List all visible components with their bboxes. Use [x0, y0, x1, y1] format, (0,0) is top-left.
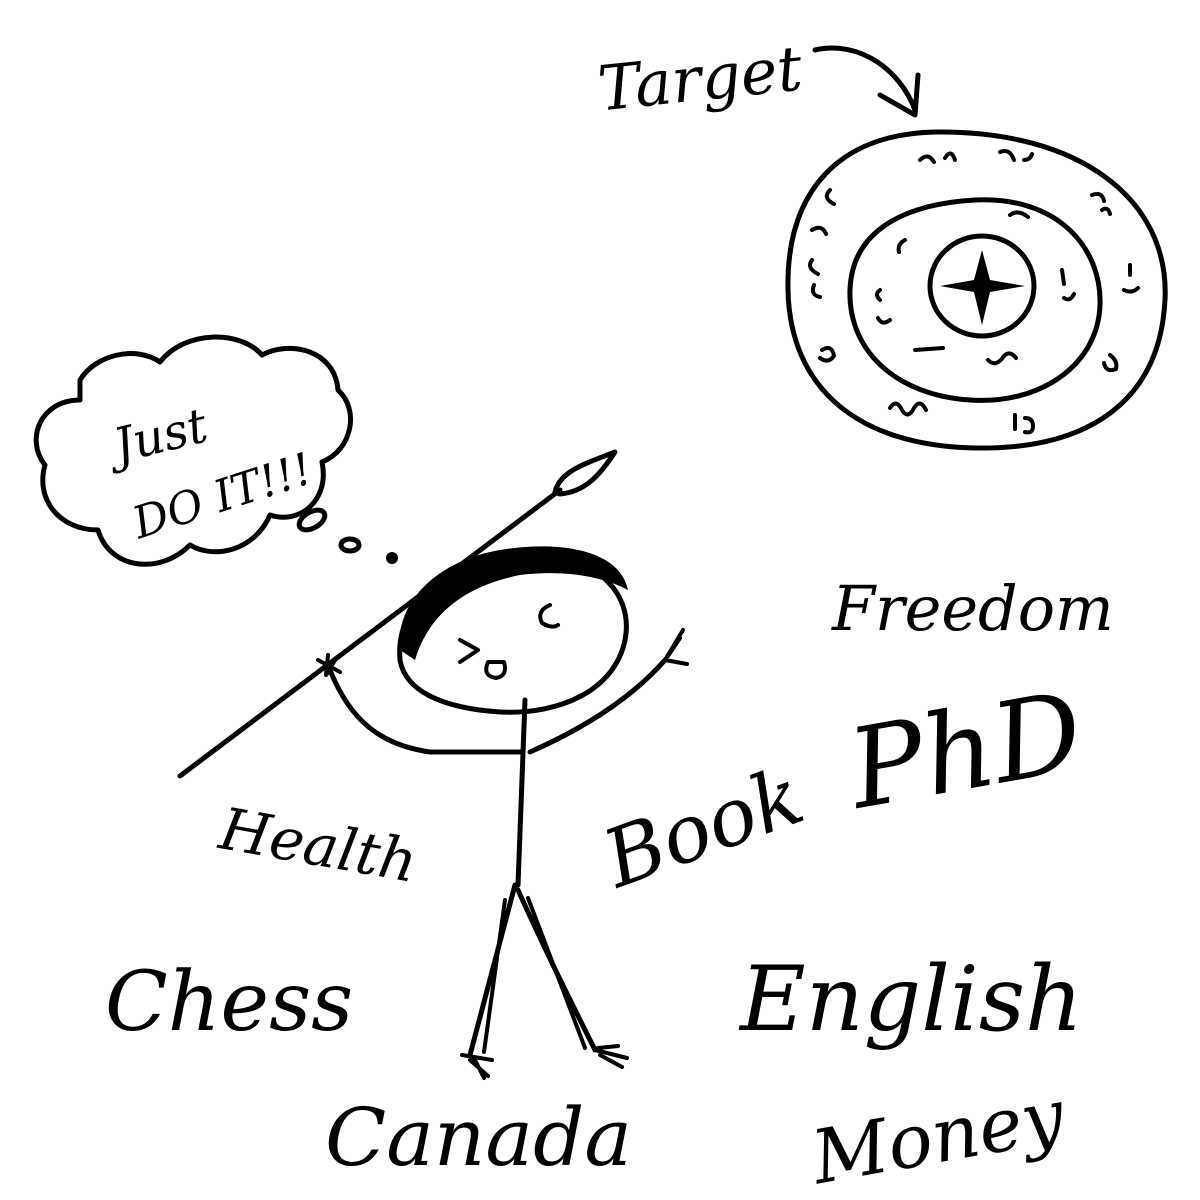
goal-chess: Chess: [105, 955, 353, 1050]
javelin: [177, 487, 563, 779]
thought-dot-1: [296, 507, 328, 533]
sketch-canvas: Target Just DO IT!!! Freedom PhD Book He…: [33, 31, 1168, 1200]
goal-english: English: [738, 947, 1083, 1052]
goal-freedom: Freedom: [831, 572, 1114, 645]
goal-money: Money: [804, 1072, 1072, 1200]
thought-line-1: Just: [99, 397, 213, 476]
goal-health: Health: [214, 794, 422, 896]
goal-canada: Canada: [325, 1091, 632, 1184]
goal-phd: PhD: [838, 667, 1092, 834]
javelin-tip: [552, 449, 618, 497]
target-board: [785, 129, 1168, 451]
goal-book: Book: [590, 749, 815, 907]
target-arrow: [812, 45, 918, 113]
thought-dot-3: [386, 552, 398, 564]
target-label: Target: [595, 31, 806, 125]
thought-dot-2: [338, 536, 362, 554]
